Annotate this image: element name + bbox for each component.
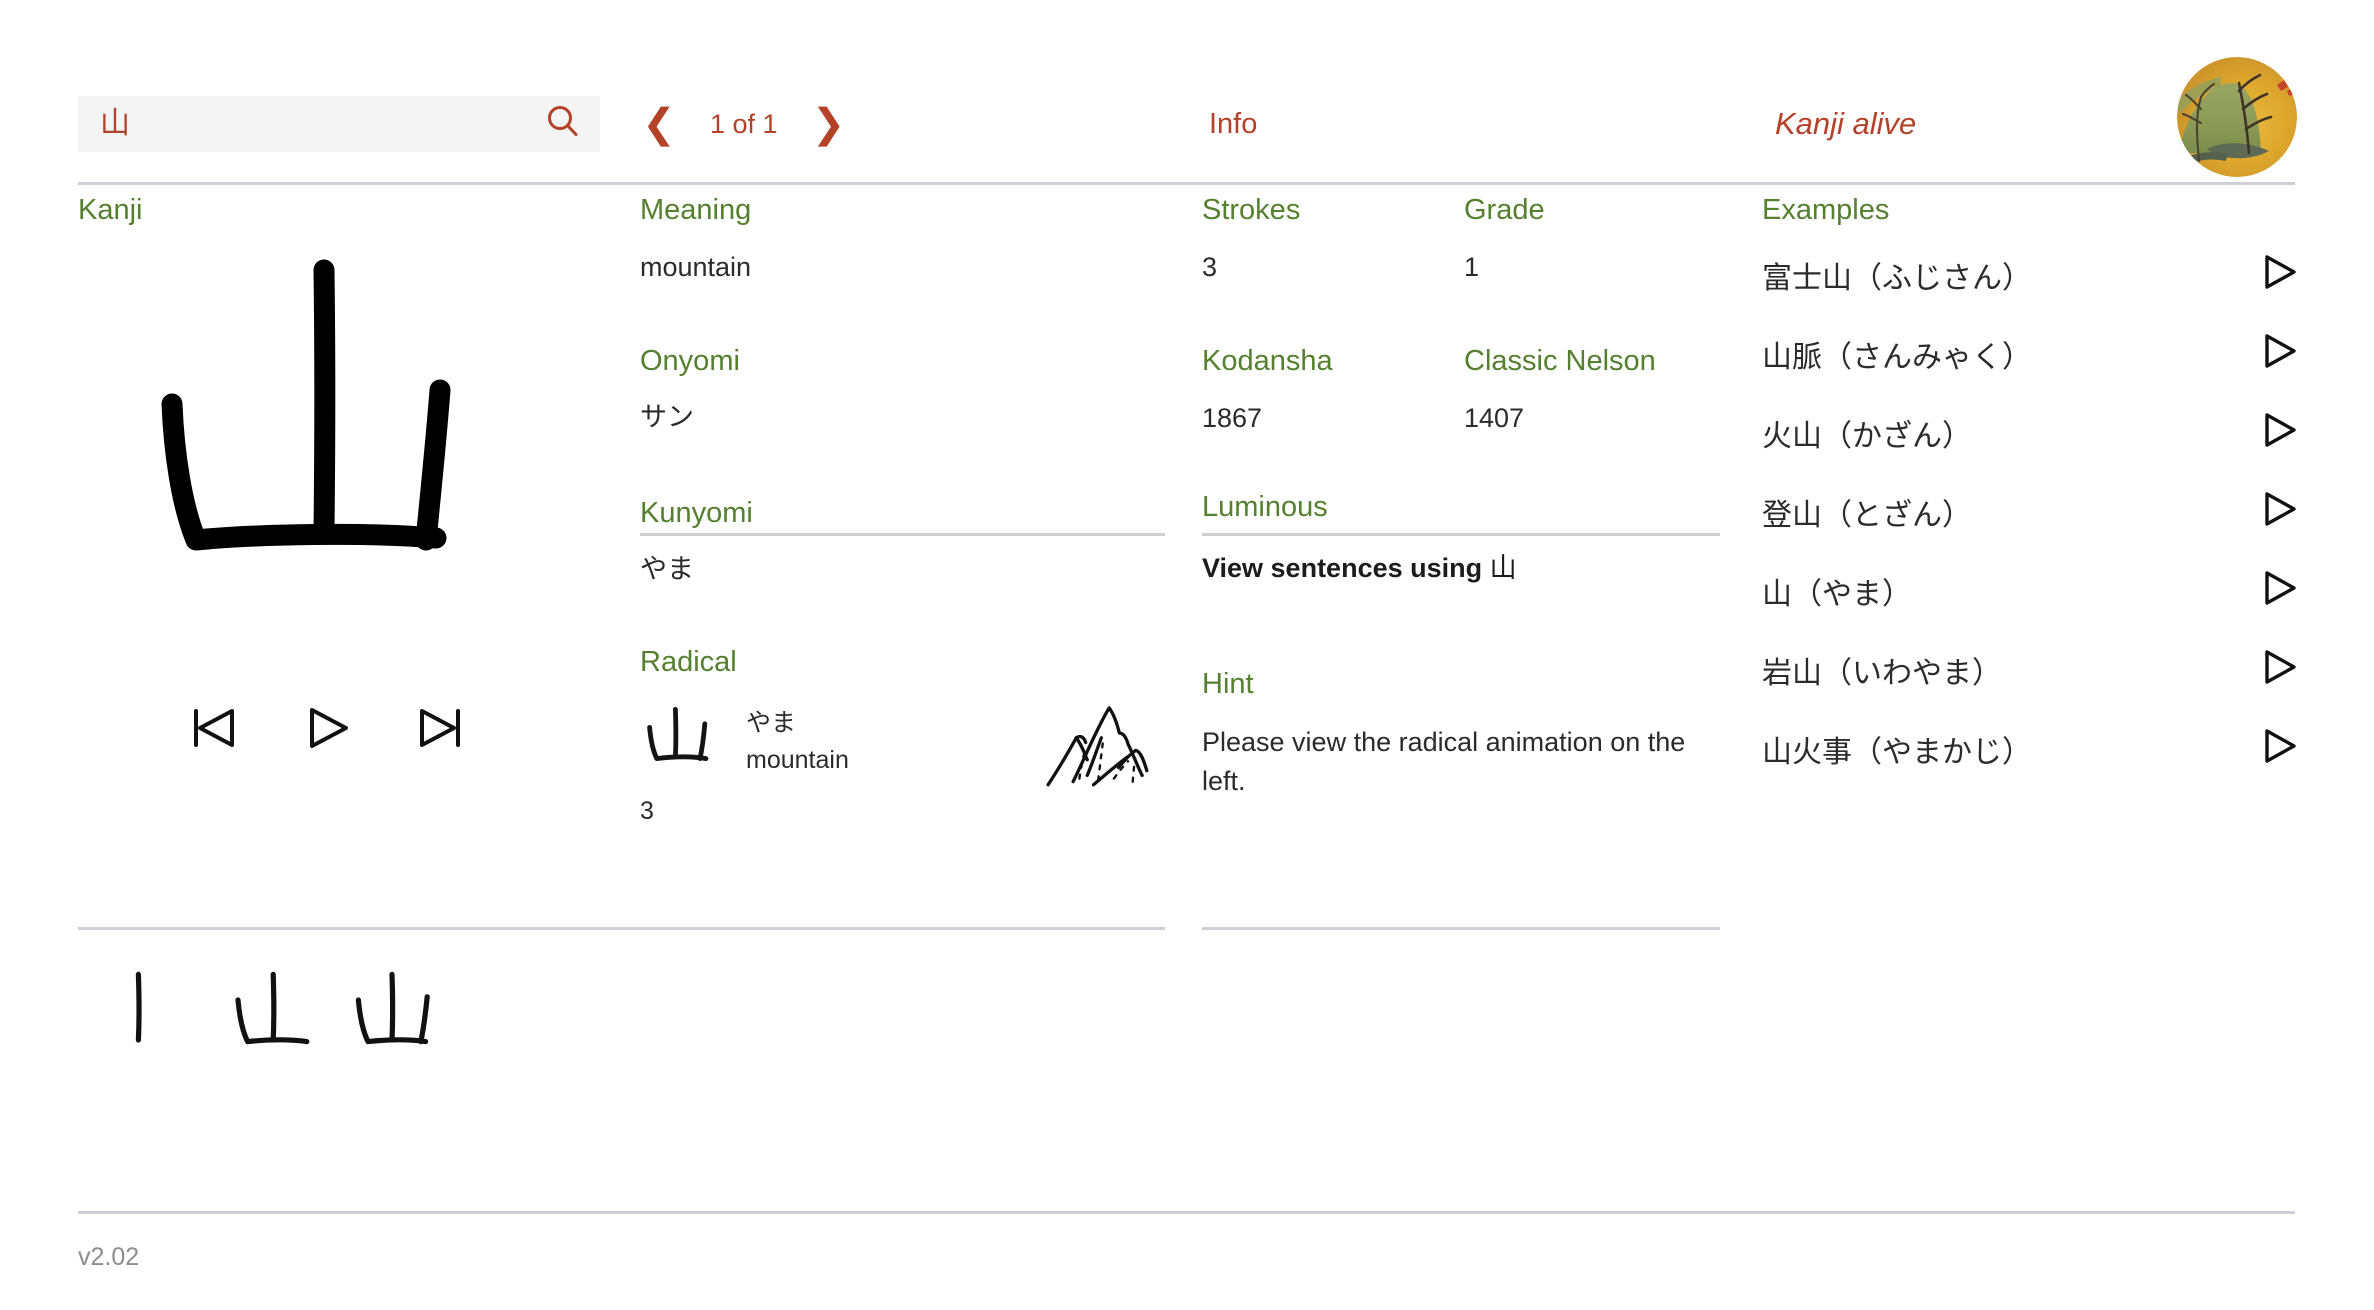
examples-label: Examples <box>1762 194 1890 226</box>
example-row[interactable]: 山火事（やまかじ） <box>1762 709 2307 788</box>
search-input[interactable]: 山 <box>100 109 544 139</box>
classic-nelson-value: 1407 <box>1464 403 1525 434</box>
stroke-step-2 <box>222 960 318 1061</box>
avatar[interactable] <box>2177 57 2297 177</box>
meaning-value: mountain <box>640 252 752 282</box>
play-icon[interactable] <box>2257 251 2301 298</box>
skip-forward-button[interactable] <box>408 696 472 760</box>
meaning-column-divider <box>640 533 1165 536</box>
app-header: 山 ❮ 1 of 1 ❯ Info Kanji alive <box>0 0 2374 185</box>
example-row[interactable]: 登山（とざん） <box>1762 472 2307 551</box>
play-icon[interactable] <box>2257 646 2301 693</box>
kodansha-label: Kodansha <box>1202 345 1333 378</box>
radical-row: 3 やま mountain <box>640 701 1165 826</box>
kodansha-field: Kodansha 1867 <box>1202 347 1464 436</box>
radical-reading-en: mountain <box>746 745 849 774</box>
example-text: 岩山（いわやま） <box>1762 655 2002 691</box>
onyomi-label: Onyomi <box>640 345 740 378</box>
meaning-column: Meaning mountain Onyomi サン Kunyomi やま Ra… <box>640 196 1165 826</box>
play-button[interactable] <box>295 696 359 760</box>
grade-value: 1 <box>1464 252 1480 282</box>
skip-back-button[interactable] <box>182 696 246 760</box>
onyomi-field: Onyomi サン <box>640 347 1165 436</box>
example-row[interactable]: 山脈（さんみゃく） <box>1762 314 2307 393</box>
play-icon[interactable] <box>2257 330 2301 377</box>
hint-label: Hint <box>1202 667 1254 700</box>
result-navigation: ❮ 1 of 1 ❯ <box>630 96 858 152</box>
strokes-label: Strokes <box>1202 194 1301 226</box>
kanji-column: Kanji <box>78 194 598 748</box>
hint-field: Hint Please view the radical animation o… <box>1202 667 1720 801</box>
stroke-step-3 <box>344 960 440 1061</box>
radical-character[interactable] <box>640 701 736 783</box>
hint-text: Please view the radical animation on the… <box>1202 726 1686 797</box>
kanji-label: Kanji <box>78 194 143 226</box>
footer-divider <box>78 1211 2295 1214</box>
left-bottom-divider <box>78 927 1165 930</box>
classic-nelson-label: Classic Nelson <box>1464 345 1656 378</box>
example-row[interactable]: 山（やま） <box>1762 551 2307 630</box>
radical-field: Radical 3 やま mountain <box>640 648 1165 826</box>
radical-glyph-group[interactable]: 3 <box>640 701 736 826</box>
example-row[interactable]: 岩山（いわやま） <box>1762 630 2307 709</box>
app-version-label: v2.02 <box>78 1243 140 1271</box>
classic-nelson-field: Classic Nelson 1407 <box>1464 347 1720 436</box>
example-text: 山火事（やまかじ） <box>1762 734 2032 770</box>
radical-label: Radical <box>640 646 737 679</box>
play-icon[interactable] <box>2257 409 2301 456</box>
radical-readings: やま mountain <box>746 701 849 776</box>
next-result-button[interactable]: ❯ <box>800 96 858 152</box>
animation-controls <box>182 696 472 760</box>
meaning-field: Meaning mountain <box>640 196 1165 285</box>
luminous-sentences-link[interactable]: View sentences using 山 <box>1202 546 1720 585</box>
onyomi-value: サン <box>640 402 694 434</box>
info-bottom-divider <box>1202 927 1720 930</box>
grade-label: Grade <box>1464 194 1545 226</box>
stroke-order-diagram <box>100 960 440 1061</box>
example-text: 山脈（さんみゃく） <box>1762 339 2032 375</box>
kunyomi-value: やま <box>640 553 694 585</box>
kunyomi-field: Kunyomi やま <box>640 496 1165 588</box>
play-icon[interactable] <box>2257 725 2301 772</box>
example-text: 火山（かざん） <box>1762 418 1972 454</box>
mountain-sketch-icon <box>1040 697 1158 800</box>
examples-list: 富士山（ふじさん） 山脈（さんみゃく） 火山（かざん） 登山（とざん） 山（やま） 岩山（… <box>1762 235 2307 788</box>
luminous-field: Luminous View sentences using 山 <box>1202 490 1720 585</box>
radical-stroke-count: 3 <box>640 797 654 825</box>
app-root: 山 ❮ 1 of 1 ❯ Info Kanji alive Kanji Mean… <box>0 0 2374 1310</box>
strokes-value: 3 <box>1202 252 1218 282</box>
radical-reading-jp: やま <box>746 708 797 738</box>
example-text: 富士山（ふじさん） <box>1762 260 2032 296</box>
info-column-divider <box>1202 533 1720 536</box>
prev-result-button[interactable]: ❮ <box>630 96 688 152</box>
example-text: 山（やま） <box>1762 576 1912 612</box>
info-grid: Strokes 3 Grade 1 Kodansha 1867 Classic … <box>1202 196 1720 477</box>
luminous-label: Luminous <box>1202 490 1328 523</box>
example-text: 登山（とざん） <box>1762 497 1972 533</box>
example-row[interactable]: 火山（かざん） <box>1762 393 2307 472</box>
brand-title[interactable]: Kanji alive <box>1775 96 1916 152</box>
tab-info[interactable]: Info <box>1209 96 1257 152</box>
play-icon[interactable] <box>2257 488 2301 535</box>
kanji-glyph-animation[interactable] <box>138 254 518 654</box>
strokes-field: Strokes 3 <box>1202 196 1464 285</box>
header-divider <box>78 182 2295 185</box>
kunyomi-label: Kunyomi <box>640 496 753 529</box>
search-field[interactable]: 山 <box>78 96 600 152</box>
example-row[interactable]: 富士山（ふじさん） <box>1762 235 2307 314</box>
info-column: Strokes 3 Grade 1 Kodansha 1867 Classic … <box>1202 196 1720 801</box>
search-icon[interactable] <box>544 103 582 146</box>
meaning-label: Meaning <box>640 194 752 226</box>
kodansha-value: 1867 <box>1202 403 1263 434</box>
examples-column: Examples 富士山（ふじさん） 山脈（さんみゃく） 火山（かざん） 登山（とざん… <box>1762 196 2307 788</box>
grade-field: Grade 1 <box>1464 196 1720 285</box>
play-icon[interactable] <box>2257 567 2301 614</box>
luminous-link-text: View sentences using <box>1202 552 1490 583</box>
stroke-step-1 <box>100 960 196 1061</box>
result-count-label: 1 of 1 <box>710 108 778 139</box>
luminous-link-kanji: 山 <box>1489 552 1517 584</box>
